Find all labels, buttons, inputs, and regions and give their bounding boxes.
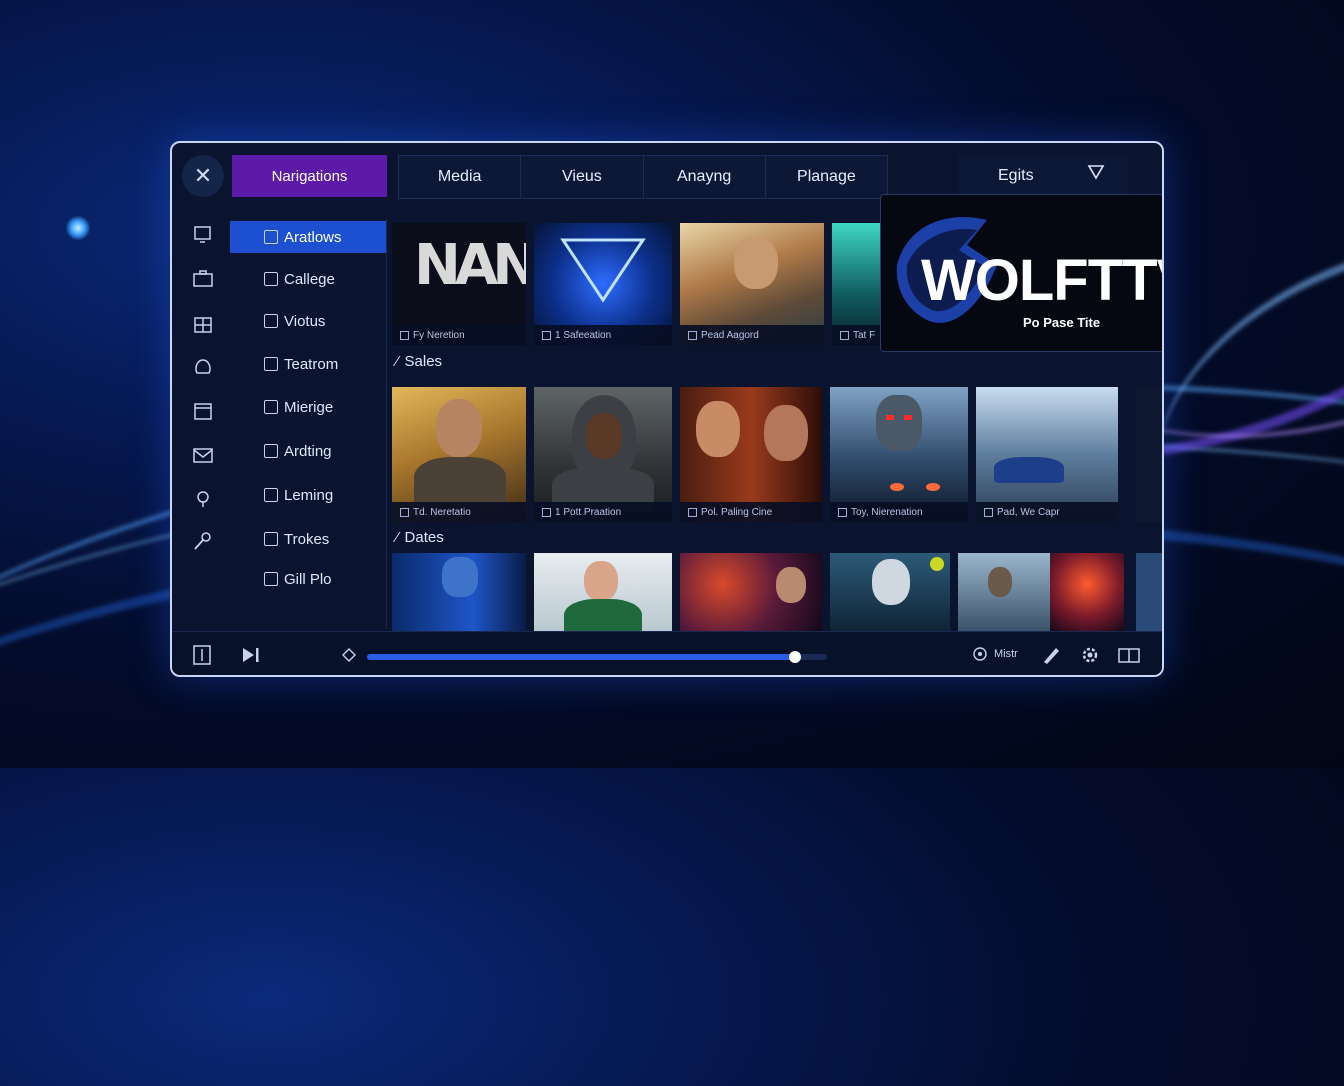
tab-analytics[interactable]: Anayng: [644, 156, 766, 198]
gear-icon[interactable]: [1079, 644, 1101, 666]
circle-icon: [973, 647, 987, 661]
item-icon: [264, 400, 278, 414]
item-icon: [264, 488, 278, 502]
brand-popup[interactable]: WOLFTTV Po Pase Tite: [880, 194, 1162, 352]
item-icon: [264, 357, 278, 371]
tile-caption: 1 Safeeation: [534, 325, 672, 345]
pen-icon[interactable]: [1040, 644, 1062, 666]
sidebar-item-trokes[interactable]: Trokes: [230, 523, 386, 555]
media-tile[interactable]: [1136, 553, 1162, 631]
media-tile[interactable]: [830, 553, 950, 631]
progress-fill: [367, 654, 795, 660]
misc-label: Mistr: [994, 648, 1018, 660]
tab-bar: Media Vieus Anayng Planage: [398, 155, 888, 199]
item-icon: [264, 572, 278, 586]
media-tile[interactable]: [534, 553, 672, 631]
sidebar-item-callege[interactable]: Callege: [230, 263, 386, 295]
brand-logo: WOLFTTV: [921, 248, 1162, 313]
microphone-icon[interactable]: [192, 531, 214, 551]
media-tile[interactable]: [1136, 387, 1162, 522]
item-icon: [264, 444, 278, 458]
sidebar-item-leming[interactable]: Leming: [230, 479, 386, 511]
tile-caption: Pead Aagord: [680, 325, 824, 345]
section-header-sales: ⁄ Sales: [396, 353, 443, 370]
item-icon: [264, 272, 278, 286]
media-tile[interactable]: Tat F: [832, 223, 882, 345]
media-tile[interactable]: NAN Fy Neretion: [392, 223, 526, 345]
tab-media[interactable]: Media: [399, 156, 522, 198]
media-tile[interactable]: 1 Safeeation: [534, 223, 672, 345]
media-tile[interactable]: Pol. Paling Cine: [680, 387, 822, 522]
sidebar-item-label: Trokes: [284, 530, 330, 548]
playback-mode-icon[interactable]: [342, 648, 356, 662]
filter-icon[interactable]: [1087, 163, 1105, 181]
media-tile[interactable]: 1 Pott Praation: [534, 387, 672, 522]
popup-subtitle: Po Pase Tite: [1023, 315, 1101, 330]
sidebar-item-label: Aratlows: [284, 228, 342, 246]
light-glow: [66, 216, 90, 240]
item-icon: [264, 314, 278, 328]
sidebar-item-gill-plo[interactable]: Gill Plo: [230, 563, 386, 595]
media-tile[interactable]: [392, 553, 526, 631]
media-tile[interactable]: Td. Neretatio: [392, 387, 526, 522]
tab-manage[interactable]: Planage: [766, 156, 887, 198]
pencil-icon: ⁄: [396, 353, 399, 370]
sidebar-item-label: Callege: [284, 270, 335, 288]
item-icon: [264, 532, 278, 546]
sidebar-item-label: Leming: [284, 486, 334, 504]
tab-views[interactable]: Vieus: [521, 156, 644, 198]
sidebar-item-mierige[interactable]: Mierige: [230, 391, 386, 423]
tile-caption: Toy, Nierenation: [830, 502, 968, 522]
media-tile[interactable]: [958, 553, 1050, 631]
progress-slider[interactable]: [367, 651, 827, 663]
tile-caption: 1 Pott Praation: [534, 502, 672, 522]
tile-caption: Pol. Paling Cine: [680, 502, 822, 522]
tile-caption: Pad, We Capr: [976, 502, 1118, 522]
sidebar-item-teatrom[interactable]: Teatrom: [230, 348, 386, 380]
section-header-dates: ⁄ Dates: [396, 529, 444, 546]
sidebar-toggle-icon[interactable]: [192, 644, 212, 666]
tools-icon[interactable]: ✕: [182, 155, 224, 197]
sidebar-item-viotus[interactable]: Viotus: [230, 305, 386, 337]
calendar-icon[interactable]: [192, 401, 214, 421]
monitor-icon[interactable]: [192, 225, 214, 245]
sidebar-item-label: Viotus: [284, 312, 326, 330]
media-tile[interactable]: Pad, We Capr: [976, 387, 1118, 522]
pencil-icon: ⁄: [396, 529, 399, 546]
misc-control[interactable]: Mistr: [972, 646, 1018, 662]
grid-icon[interactable]: [192, 315, 214, 335]
sidebar-item-ardting[interactable]: Ardting: [230, 435, 386, 467]
mail-icon[interactable]: [192, 445, 214, 465]
tile-caption: Fy Neretion: [392, 325, 526, 345]
app-window: ✕ Narigations Media Vieus Anayng Planage…: [170, 141, 1164, 677]
sidebar-item-label: Gill Plo: [284, 570, 332, 588]
sidebar-item-label: Mierige: [284, 398, 334, 416]
location-icon[interactable]: [192, 489, 214, 509]
sidebar: Aratlows Callege Viotus Teatrom Mierige …: [228, 219, 387, 629]
navigation-button[interactable]: Narigations: [232, 155, 387, 197]
screen-icon[interactable]: [1117, 644, 1141, 666]
player-bar: Mistr: [172, 631, 1162, 675]
media-tile[interactable]: [1050, 553, 1124, 631]
sidebar-item-aratlows[interactable]: Aratlows: [230, 221, 386, 253]
media-tile[interactable]: [680, 553, 822, 631]
sidebar-item-label: Ardting: [284, 442, 332, 460]
progress-knob[interactable]: [788, 651, 801, 663]
tile-caption: Td. Neretatio: [392, 502, 526, 522]
tile-caption: Tat F: [832, 325, 882, 345]
media-tile[interactable]: Pead Aagord: [680, 223, 824, 345]
skip-forward-icon[interactable]: [240, 645, 262, 665]
item-icon: [264, 230, 278, 244]
brain-icon[interactable]: [192, 357, 214, 377]
briefcase-icon[interactable]: [192, 269, 214, 289]
sidebar-item-label: Teatrom: [284, 355, 339, 373]
media-tile[interactable]: Toy, Nierenation: [830, 387, 968, 522]
